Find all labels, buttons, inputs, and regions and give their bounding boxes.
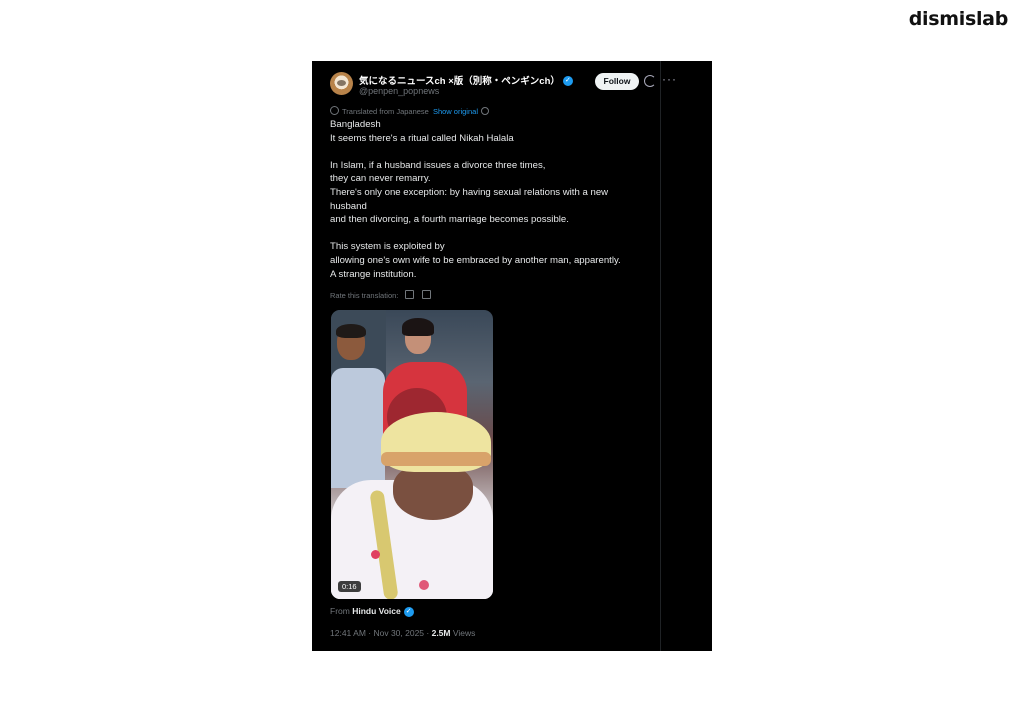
- tweet-text-line: This system is exploited by: [330, 241, 445, 253]
- tweet-header: 気になるニュースch ×版（別称・ペンギンch） ✓ @penpen_popnew…: [330, 72, 676, 98]
- verified-badge-icon: ✓: [403, 606, 414, 617]
- tweet-text: Bangladesh It seems there's a ritual cal…: [330, 118, 650, 281]
- video-duration-badge: 0:16: [338, 581, 361, 592]
- tweet-text-line: In Islam, if a husband issues a divorce …: [330, 159, 546, 171]
- divider: [660, 61, 661, 651]
- video-player[interactable]: 0:16: [331, 310, 493, 599]
- tweet-text-line: they can never remarry.: [330, 173, 431, 185]
- video-source: From Hindu Voice ✓: [330, 606, 414, 617]
- tweet-card: 気になるニュースch ×版（別称・ペンギンch） ✓ @penpen_popnew…: [312, 61, 712, 651]
- translated-from-label: Translated from Japanese: [342, 107, 429, 116]
- thumbs-up-icon[interactable]: [405, 290, 415, 299]
- tweet-text-line: [330, 227, 650, 241]
- grok-icon[interactable]: [644, 75, 656, 87]
- tweet-text-line: allowing one's own wife to be embraced b…: [330, 254, 621, 266]
- follow-button[interactable]: Follow: [595, 73, 639, 90]
- tweet-text-line: Bangladesh: [330, 119, 381, 130]
- tweet-text-line: It seems there's a ritual called Nikah H…: [330, 132, 514, 144]
- translation-notice: Translated from Japanese Show original: [330, 106, 489, 116]
- rate-translation: Rate this translation:: [330, 290, 431, 300]
- user-handle[interactable]: @penpen_popnews: [359, 86, 439, 96]
- tweet-text-line: and then divorcing, a fourth marriage be…: [330, 214, 569, 226]
- avatar[interactable]: [330, 72, 353, 95]
- help-icon[interactable]: [480, 107, 489, 115]
- brand-logo: dismislab: [908, 8, 1009, 30]
- thumbs-down-icon[interactable]: [421, 290, 431, 299]
- rate-translation-label: Rate this translation:: [330, 291, 399, 300]
- display-name[interactable]: 気になるニュースch ×版（別称・ペンギンch） ✓: [359, 73, 573, 87]
- show-original-link[interactable]: Show original: [433, 107, 478, 116]
- translate-icon: [330, 106, 339, 115]
- verified-badge-icon: ✓: [562, 76, 573, 87]
- tweet-text-line: husband: [330, 200, 367, 212]
- timestamp[interactable]: 12:41 AM · Nov 30, 2025 ·: [330, 628, 432, 638]
- source-account-link[interactable]: Hindu Voice: [352, 606, 401, 616]
- more-options-icon[interactable]: ···: [662, 72, 677, 86]
- video-person-groom: [331, 410, 493, 599]
- views-label: Views: [450, 628, 476, 638]
- views-count: 2.5M: [431, 628, 451, 638]
- from-prefix: From: [330, 606, 350, 616]
- tweet-meta: 12:41 AM · Nov 30, 2025 · 2.5M Views: [330, 628, 475, 638]
- tweet-text-line: [330, 145, 650, 159]
- tweet-text-line: A strange institution.: [330, 268, 417, 280]
- tweet-text-line: There's only one exception: by having se…: [330, 186, 609, 198]
